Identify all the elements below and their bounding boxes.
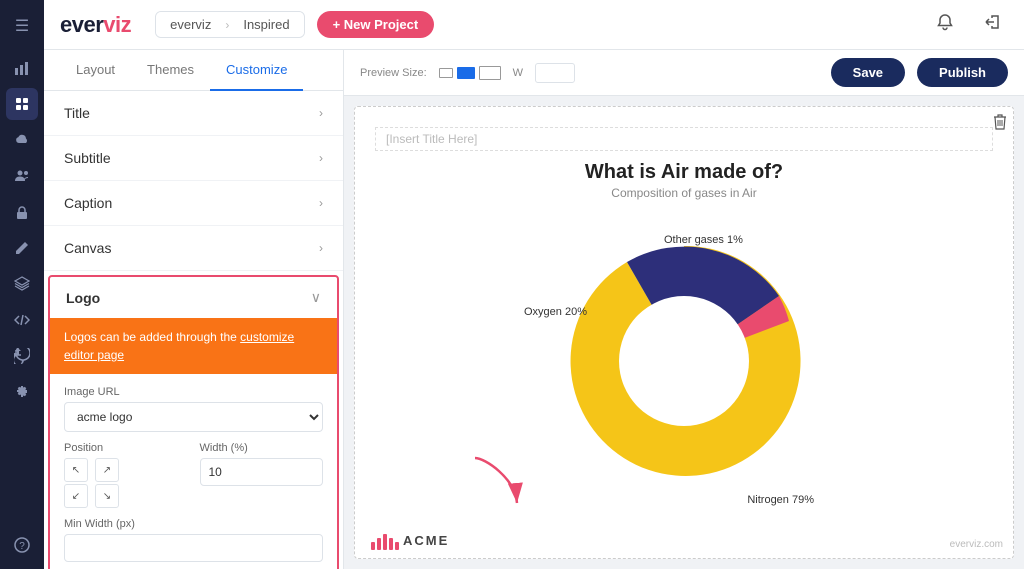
donut-chart: Other gases 1% Oxygen 20% Nitrogen 79% bbox=[514, 216, 854, 516]
position-width-row: Position ↖ ↗ ↙ ↘ Width (%) bbox=[64, 442, 323, 508]
tabs: Layout Themes Customize bbox=[44, 50, 343, 91]
position-field: Position ↖ ↗ ↙ ↘ bbox=[64, 442, 188, 508]
preview-w-label: W bbox=[513, 67, 523, 79]
logo-fields: Image URL acme logo Position ↖ ↗ bbox=[50, 374, 337, 569]
nav-icon-users[interactable] bbox=[6, 160, 38, 192]
nav-icon-gear[interactable] bbox=[6, 376, 38, 408]
title-arrow-icon: › bbox=[319, 106, 323, 120]
nav-icon-layers[interactable] bbox=[6, 268, 38, 300]
main-area: everviz everviz › Inspired + New Project… bbox=[44, 0, 1024, 569]
app-logo: everviz bbox=[60, 12, 131, 38]
position-label: Position bbox=[64, 442, 188, 454]
logo-title: Logo bbox=[66, 290, 100, 306]
preview-width-input[interactable] bbox=[535, 63, 575, 83]
save-button[interactable]: Save bbox=[831, 58, 905, 87]
nav-icon-undo[interactable] bbox=[6, 340, 38, 372]
width-field: Width (%) bbox=[200, 442, 324, 486]
caption-arrow-icon: › bbox=[319, 196, 323, 210]
nav-icon-active[interactable] bbox=[6, 88, 38, 120]
preview-small-button[interactable] bbox=[439, 68, 453, 78]
nav-icon-lock[interactable] bbox=[6, 196, 38, 228]
left-panel: Layout Themes Customize Title › Subtitle… bbox=[44, 50, 344, 569]
min-width-label: Min Width (px) bbox=[64, 518, 323, 530]
canvas-label: Canvas bbox=[64, 240, 111, 256]
pos-sw-button[interactable]: ↙ bbox=[64, 484, 88, 508]
donut-svg bbox=[514, 216, 854, 506]
position-grid: ↖ ↗ ↙ ↘ bbox=[64, 458, 124, 508]
delete-icon[interactable] bbox=[993, 113, 1007, 134]
logo-bottom: ACME bbox=[371, 530, 449, 550]
watermark: everviz.com bbox=[950, 539, 1003, 550]
tab-layout[interactable]: Layout bbox=[60, 50, 131, 91]
breadcrumb-end: Inspired bbox=[229, 12, 303, 37]
nav-icon-cloud[interactable] bbox=[6, 124, 38, 156]
width-input[interactable] bbox=[200, 458, 324, 486]
title-label: Title bbox=[64, 105, 90, 121]
new-project-button[interactable]: + New Project bbox=[317, 11, 435, 38]
logo-body: Logos can be added through the customize… bbox=[50, 318, 337, 569]
header: everviz everviz › Inspired + New Project bbox=[44, 0, 1024, 50]
logo-section: Logo ∨ Logos can be added through the cu… bbox=[48, 275, 339, 569]
pos-se-button[interactable]: ↘ bbox=[95, 484, 119, 508]
viz-area: [Insert Title Here] What is Air made of?… bbox=[344, 96, 1024, 569]
logo-notice: Logos can be added through the customize… bbox=[50, 318, 337, 374]
nitrogen-label: Nitrogen 79% bbox=[747, 494, 814, 506]
svg-text:?: ? bbox=[19, 541, 25, 552]
min-width-field: Min Width (px) bbox=[64, 518, 323, 562]
caption-label: Caption bbox=[64, 195, 112, 211]
canvas-arrow-icon: › bbox=[319, 241, 323, 255]
tab-customize[interactable]: Customize bbox=[210, 50, 303, 91]
hamburger-icon[interactable]: ☰ bbox=[11, 12, 33, 40]
image-url-select[interactable]: acme logo bbox=[64, 402, 323, 432]
subtitle-label: Subtitle bbox=[64, 150, 111, 166]
oxygen-label: Oxygen 20% bbox=[524, 306, 587, 318]
preview-sizes bbox=[439, 66, 501, 80]
nav-icon-edit[interactable] bbox=[6, 232, 38, 264]
canvas-section-row[interactable]: Canvas › bbox=[44, 226, 343, 271]
exit-icon[interactable] bbox=[974, 9, 1008, 40]
viz-card: [Insert Title Here] What is Air made of?… bbox=[354, 106, 1014, 559]
bell-icon[interactable] bbox=[928, 9, 962, 40]
min-width-input[interactable] bbox=[64, 534, 323, 562]
chart-title-placeholder[interactable]: [Insert Title Here] bbox=[375, 127, 993, 151]
chart-title: What is Air made of? bbox=[585, 161, 783, 184]
image-url-field: Image URL acme logo bbox=[64, 386, 323, 432]
nav-icon-help[interactable]: ? bbox=[6, 529, 38, 561]
other-gases-label: Other gases 1% bbox=[664, 234, 743, 246]
tab-themes[interactable]: Themes bbox=[131, 50, 210, 91]
preview-medium-button[interactable] bbox=[457, 67, 475, 79]
canvas-area: Preview Size: W Save Publish [Insert Tit… bbox=[344, 50, 1024, 569]
subtitle-section-row[interactable]: Subtitle › bbox=[44, 136, 343, 181]
pos-ne-button[interactable]: ↗ bbox=[95, 458, 119, 482]
breadcrumb: everviz › Inspired bbox=[155, 11, 304, 38]
logo-collapse-icon: ∨ bbox=[311, 289, 321, 306]
pos-nw-button[interactable]: ↖ bbox=[64, 458, 88, 482]
logo-name: ACME bbox=[403, 533, 449, 548]
logo-bars-icon bbox=[371, 530, 399, 550]
icon-bar: ☰ ? bbox=[0, 0, 44, 569]
nav-icon-chart[interactable] bbox=[6, 52, 38, 84]
image-url-label: Image URL bbox=[64, 386, 323, 398]
preview-label: Preview Size: bbox=[360, 67, 427, 79]
canvas-toolbar: Preview Size: W Save Publish bbox=[344, 50, 1024, 96]
caption-section-row[interactable]: Caption › bbox=[44, 181, 343, 226]
publish-button[interactable]: Publish bbox=[917, 58, 1008, 87]
subtitle-arrow-icon: › bbox=[319, 151, 323, 165]
width-label: Width (%) bbox=[200, 442, 324, 454]
logo-header[interactable]: Logo ∨ bbox=[50, 277, 337, 318]
preview-large-button[interactable] bbox=[479, 66, 501, 80]
nav-icon-code[interactable] bbox=[6, 304, 38, 336]
content-area: Layout Themes Customize Title › Subtitle… bbox=[44, 50, 1024, 569]
chart-subtitle: Composition of gases in Air bbox=[611, 186, 756, 200]
breadcrumb-start: everviz bbox=[156, 12, 225, 37]
title-section-row[interactable]: Title › bbox=[44, 91, 343, 136]
